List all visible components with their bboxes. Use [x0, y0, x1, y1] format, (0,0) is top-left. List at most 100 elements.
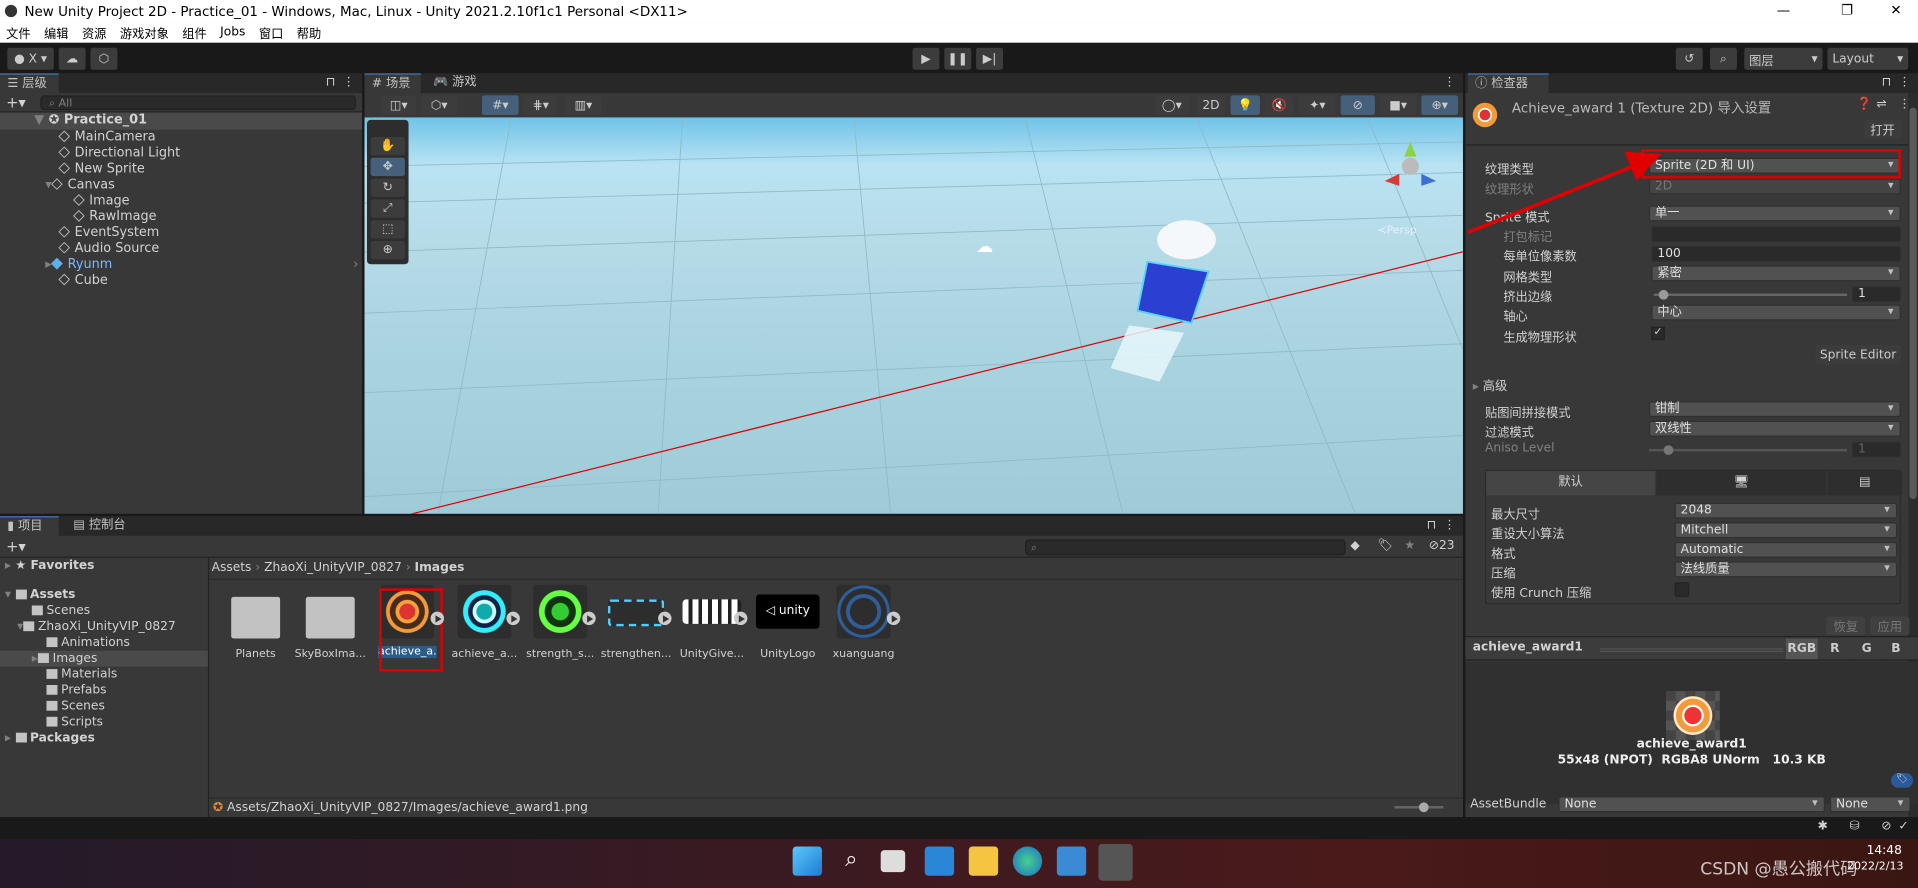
store-icon[interactable] — [1056, 846, 1087, 876]
tab-project[interactable]: ▮ 项目 — [0, 516, 59, 536]
hierarchy-search-input[interactable]: ⌕ All — [40, 95, 356, 111]
expand-sprite-button[interactable] — [658, 611, 672, 626]
history-button[interactable]: ↺ — [1675, 47, 1703, 70]
grid-snap-button[interactable]: #▾ — [481, 95, 519, 115]
hierarchy-item[interactable]: RawImage — [73, 209, 157, 225]
tree-prefabs[interactable]: Prefabs — [46, 683, 107, 699]
maximize-button[interactable]: ❐ — [1823, 0, 1872, 22]
hierarchy-item[interactable]: Cube — [58, 273, 108, 289]
zoom-slider[interactable] — [1394, 802, 1444, 813]
menu-window[interactable]: 窗口 — [259, 23, 283, 41]
menu-gameobject[interactable]: 游戏对象 — [120, 23, 169, 41]
task-view-icon[interactable] — [880, 850, 906, 873]
tree-scripts[interactable]: Scripts — [46, 714, 103, 730]
menu-help[interactable]: 帮助 — [297, 23, 321, 41]
compression-dropdown[interactable]: 法线质量 — [1674, 561, 1898, 578]
hidden-toggle[interactable]: ⊘ — [1340, 95, 1375, 115]
expand-sprite-button[interactable] — [886, 611, 901, 626]
label-tag-button[interactable]: 🏷 — [1891, 773, 1914, 788]
edge-icon[interactable] — [1012, 846, 1043, 876]
tree-scenes[interactable]: Scenes — [31, 603, 90, 619]
debug-icon[interactable]: ⊘ — [1881, 820, 1891, 833]
tree-assets[interactable]: ▾ Assets — [5, 587, 76, 603]
pause-button[interactable]: ❚❚ — [944, 47, 972, 70]
advanced-foldout[interactable]: ▸ 高级 — [1473, 376, 1507, 393]
expand-sprite-button[interactable] — [430, 611, 445, 626]
tab-platform-default[interactable]: 默认 — [1486, 470, 1655, 496]
more-icon[interactable]: ⋮ — [1443, 76, 1455, 89]
expand-sprite-button[interactable] — [582, 611, 596, 626]
lock-icon[interactable]: ⊓ — [1426, 519, 1436, 532]
help-icon[interactable]: ❓ — [1857, 98, 1872, 111]
more-icon[interactable]: ⋮ — [1443, 519, 1455, 532]
increment-snap-button[interactable]: ⋕▾ — [523, 95, 558, 115]
tab-inspector[interactable]: ⓘ 检查器 — [1467, 73, 1549, 93]
format-dropdown[interactable]: Automatic — [1674, 541, 1898, 558]
layout-dropdown[interactable]: Layout ▾ — [1827, 47, 1909, 70]
tree-images[interactable]: ▸ Images — [0, 650, 208, 667]
expand-sprite-button[interactable] — [733, 611, 748, 626]
tab-scene[interactable]: # 场景 — [364, 73, 421, 93]
hierarchy-item[interactable]: Directional Light — [58, 146, 180, 162]
rect-tool[interactable]: ⬚ — [370, 220, 405, 239]
tab-hierarchy[interactable]: ☰ 层级 — [0, 73, 59, 93]
widgets-icon[interactable] — [924, 846, 955, 876]
asset-unitylogo[interactable]: ◁ unity UnityLogo — [751, 585, 824, 661]
favorite-star-icon[interactable]: ★ — [1404, 539, 1415, 552]
project-search-input[interactable]: ⌕ — [1025, 539, 1346, 556]
wrap-mode-dropdown[interactable]: 钳制 — [1648, 401, 1901, 418]
physics-shape-checkbox[interactable]: ✓ — [1651, 326, 1665, 341]
rotate-tool[interactable]: ↻ — [370, 178, 405, 197]
assetbundle-variant-dropdown[interactable]: None — [1829, 796, 1911, 813]
max-size-dropdown[interactable]: 2048 — [1674, 502, 1898, 519]
lock-icon[interactable]: ⊓ — [1882, 76, 1892, 89]
menu-file[interactable]: 文件 — [6, 23, 30, 41]
tab-game[interactable]: 🎮 游戏 — [426, 73, 484, 93]
filter-type-icon[interactable]: ◆ — [1350, 539, 1359, 552]
gizmos-button[interactable]: ⊕▾ — [1421, 95, 1459, 115]
menu-assets[interactable]: 资源 — [82, 23, 106, 41]
cache-icon[interactable]: ⛁ — [1849, 820, 1859, 833]
hierarchy-item[interactable]: Image — [73, 193, 130, 209]
tree-materials[interactable]: Materials — [46, 667, 117, 683]
breadcrumb-zhaoxi[interactable]: ZhaoXi_UnityVIP_0827 — [264, 561, 402, 574]
step-button[interactable]: ▶| — [976, 47, 1004, 70]
render-mode-button[interactable]: ⬡▾ — [420, 95, 458, 115]
tab-platform-standalone[interactable]: 🖥 — [1656, 470, 1827, 496]
menu-edit[interactable]: 编辑 — [44, 23, 68, 41]
tree-scenes-sub[interactable]: Scenes — [46, 698, 105, 714]
transform-tool[interactable]: ⊕ — [370, 240, 405, 260]
tree-zhaoxi[interactable]: ▾ ZhaoXi_UnityVIP_0827 — [17, 619, 176, 635]
more-icon[interactable]: ⋮ — [342, 76, 354, 89]
expand-sprite-button[interactable] — [506, 611, 520, 626]
audio-toggle[interactable]: 🔇 — [1264, 95, 1295, 115]
add-button[interactable]: +▾ — [6, 94, 26, 111]
tab-platform-server[interactable]: ▤ — [1827, 470, 1903, 496]
perspective-label[interactable]: ≺Persp — [1377, 225, 1417, 237]
search-icon[interactable]: ⌕ — [837, 846, 866, 875]
filter-mode-dropdown[interactable]: 双线性 — [1648, 420, 1901, 437]
menu-jobs[interactable]: Jobs — [220, 26, 245, 39]
layers-dropdown[interactable]: 图层 ▾ — [1744, 47, 1823, 70]
crunch-checkbox[interactable] — [1674, 582, 1690, 597]
tree-favorites[interactable]: ▸ ★ Favorites — [5, 558, 95, 574]
lock-icon[interactable]: ⊓ — [326, 76, 336, 89]
hand-tool[interactable]: ✋ — [370, 136, 405, 156]
channel-g-button[interactable]: G — [1851, 638, 1882, 660]
sprite-mode-dropdown[interactable]: 单一 — [1648, 205, 1901, 222]
camera-button[interactable]: ■▾ — [1379, 95, 1417, 115]
hierarchy-item[interactable]: New Sprite — [58, 161, 145, 177]
assetbundle-dropdown[interactable]: None — [1558, 796, 1826, 813]
ppu-input[interactable]: 100 — [1651, 245, 1901, 262]
search-button[interactable]: ⌕ — [1710, 47, 1737, 70]
channel-b-button[interactable]: B — [1883, 638, 1909, 660]
shading-button[interactable]: ◯▾ — [1154, 95, 1189, 115]
sprite-editor-button[interactable]: Sprite Editor — [1815, 344, 1901, 365]
breadcrumb-assets[interactable]: Assets — [212, 561, 252, 574]
create-button[interactable]: +▾ — [6, 538, 26, 555]
cloud-button[interactable]: ☁ — [58, 47, 86, 70]
resize-algorithm-dropdown[interactable]: Mitchell — [1674, 522, 1898, 539]
preset-icon[interactable]: ⇌ — [1876, 98, 1886, 111]
bug-icon[interactable]: ✱ — [1818, 820, 1828, 833]
asset-skybox[interactable]: SkyBoxIma... — [294, 585, 367, 661]
